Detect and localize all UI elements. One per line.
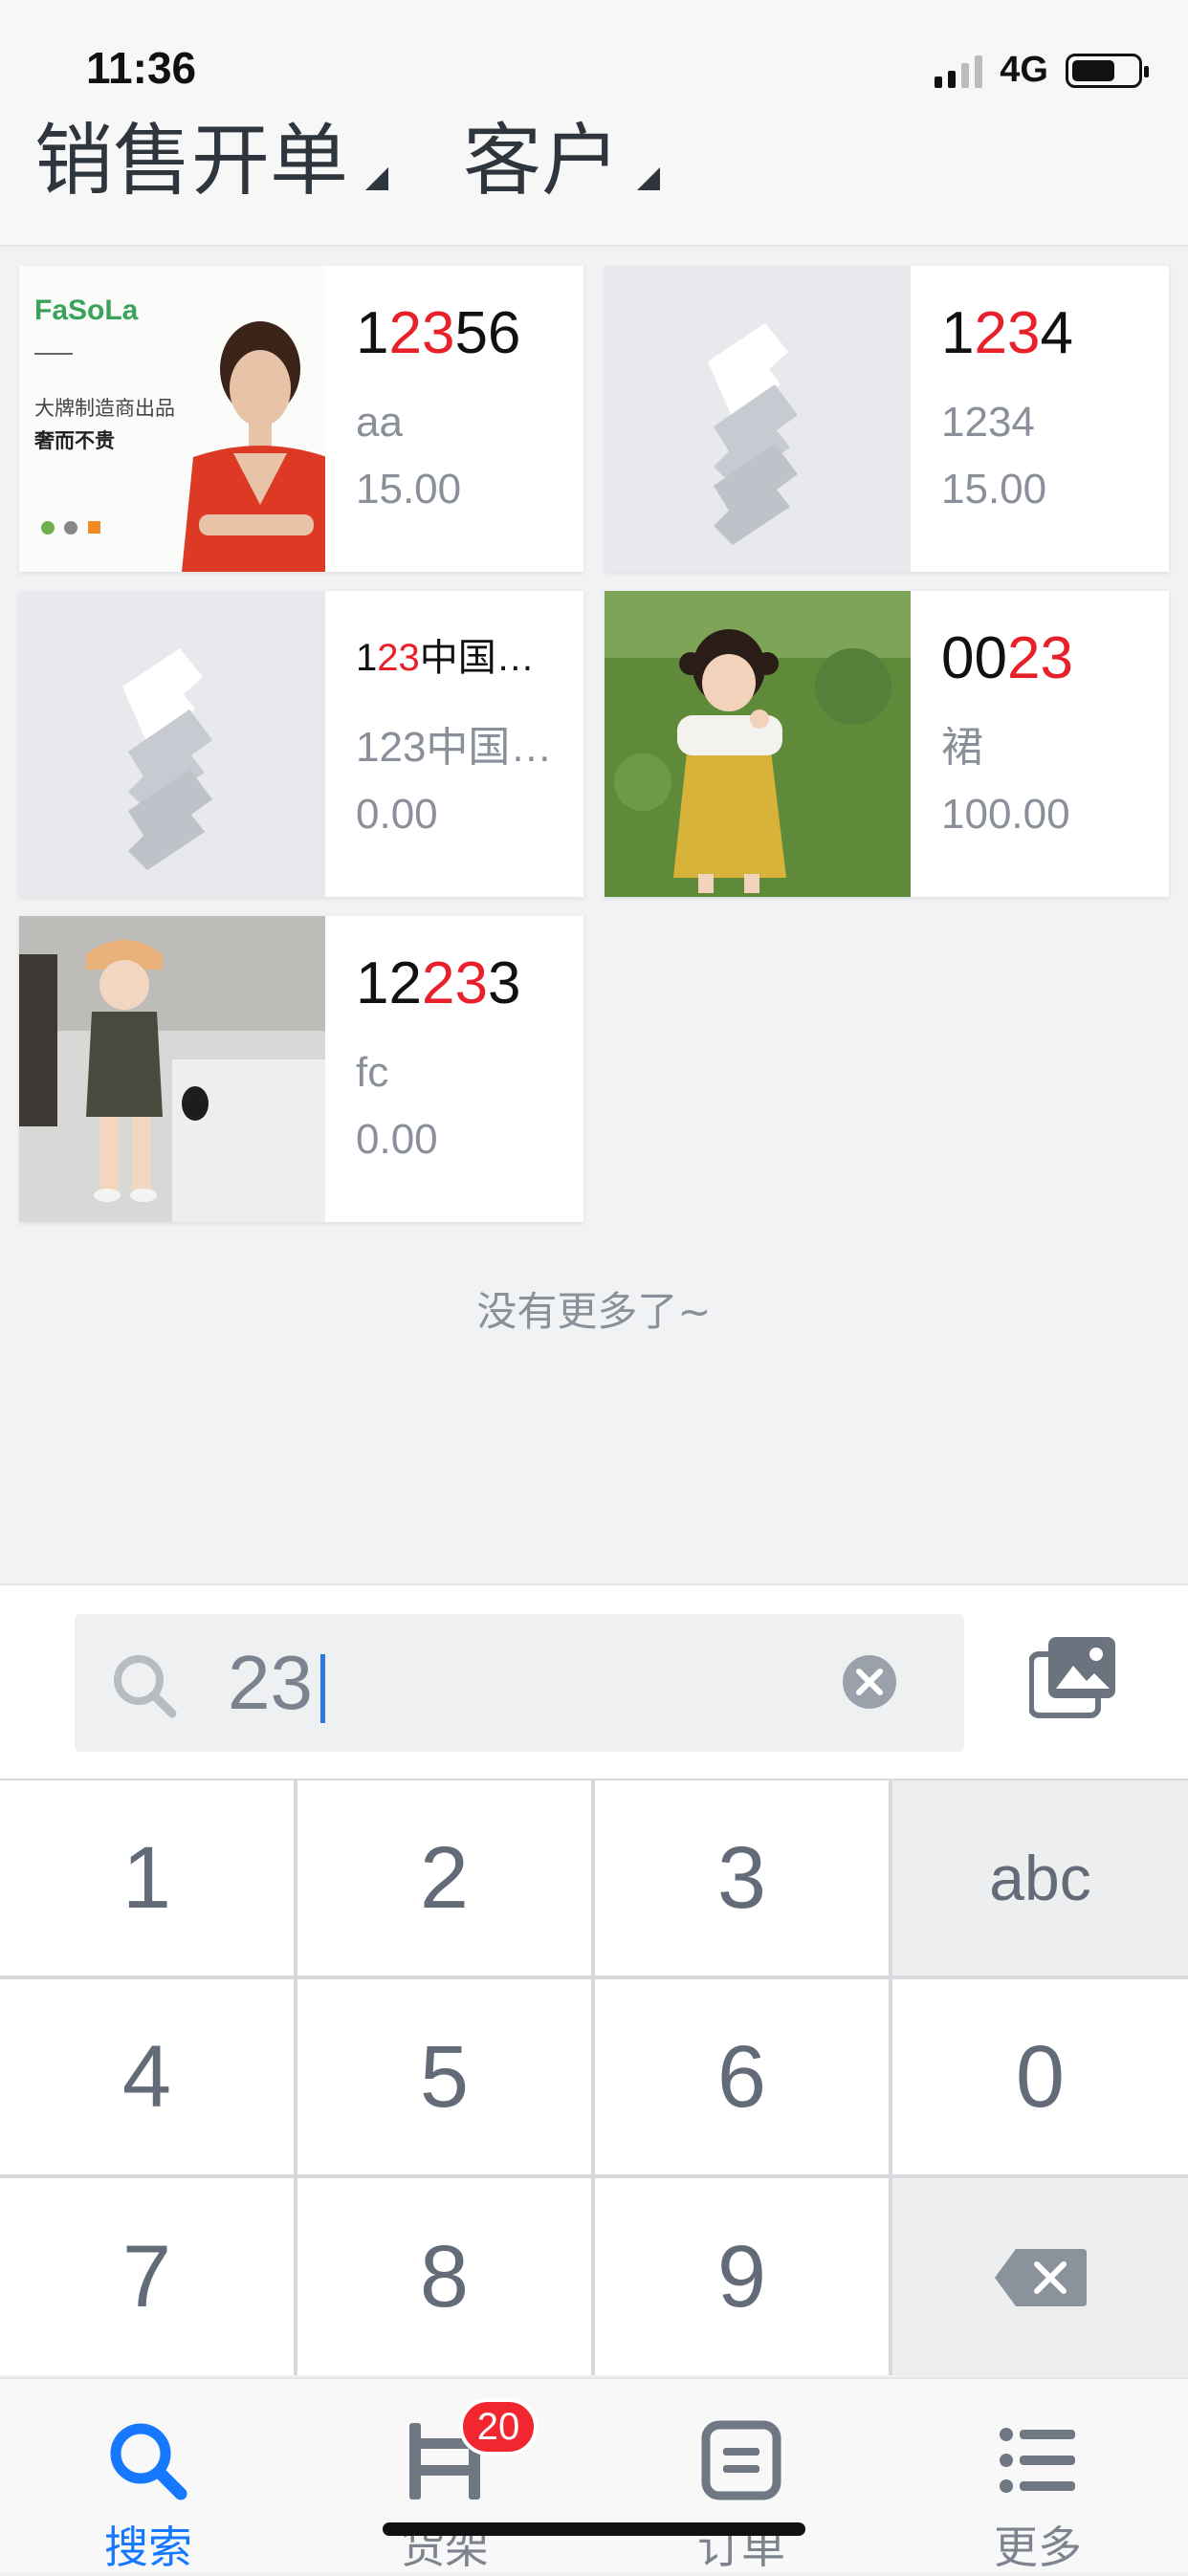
- search-input-value: 23: [228, 1641, 325, 1725]
- status-bar: 11:36 4G: [0, 0, 1188, 105]
- status-time: 11:36: [86, 43, 197, 93]
- product-code: 123中国人…: [356, 639, 570, 677]
- notification-badge: 20: [459, 2398, 538, 2456]
- key-4[interactable]: 4: [0, 1979, 294, 2174]
- key-3[interactable]: 3: [595, 1780, 889, 1976]
- placeholder-icon: [19, 591, 325, 897]
- product-image: FaSoLa 大牌制造商出品 奢而不贵: [19, 266, 325, 572]
- clear-icon[interactable]: [842, 1654, 897, 1714]
- order-icon: [700, 2419, 782, 2505]
- placeholder-icon: [605, 266, 911, 572]
- product-name: fc: [356, 1052, 389, 1094]
- tab-orders[interactable]: 订单: [593, 2379, 890, 2573]
- key-2[interactable]: 2: [297, 1780, 591, 1976]
- product-code: 0023: [941, 629, 1073, 688]
- product-card[interactable]: 123中国人… 123中国… 0.00: [19, 591, 583, 897]
- key-5[interactable]: 5: [297, 1979, 591, 2174]
- status-indicators: 4G: [935, 50, 1149, 91]
- product-name: 123中国…: [356, 727, 553, 769]
- product-name: 1234: [941, 402, 1035, 444]
- product-name: 裙: [941, 727, 983, 769]
- product-code: 1234: [941, 304, 1073, 363]
- product-price: 0.00: [356, 791, 438, 838]
- tab-shelf[interactable]: 20 货架: [297, 2379, 593, 2573]
- tab-more[interactable]: 更多: [890, 2379, 1186, 2573]
- key-1[interactable]: 1: [0, 1780, 294, 1976]
- product-name: aa: [356, 402, 403, 444]
- list-end-text: 没有更多了~: [476, 1288, 712, 1335]
- battery-icon: [1066, 53, 1149, 88]
- more-icon: [997, 2419, 1079, 2505]
- mode-selector[interactable]: 销售开单: [34, 105, 389, 207]
- tab-label: 搜索: [104, 2521, 192, 2573]
- tab-bar: 搜索 20 货架 订单 更多: [0, 2377, 1188, 2573]
- network-type: 4G: [1000, 50, 1048, 90]
- ad-line1: 大牌制造商出品: [34, 397, 175, 420]
- product-code: 12356: [356, 304, 521, 363]
- search-icon: [109, 1650, 180, 1725]
- key-backspace[interactable]: [892, 2178, 1188, 2375]
- search-panel: 23: [0, 1583, 1188, 1780]
- product-card[interactable]: 1234 1234 15.00: [605, 266, 1169, 572]
- key-7[interactable]: 7: [0, 2178, 294, 2375]
- key-8[interactable]: 8: [297, 2178, 591, 2375]
- search-icon: [106, 2419, 190, 2507]
- signal-icon: [935, 54, 983, 88]
- product-code: 12233: [356, 954, 521, 1014]
- home-indicator: [383, 2522, 805, 2536]
- key-9[interactable]: 9: [595, 2178, 889, 2375]
- image-search-icon[interactable]: [1028, 1633, 1119, 1723]
- key-0[interactable]: 0: [892, 1979, 1188, 2174]
- search-input[interactable]: 23: [75, 1614, 964, 1752]
- key-6[interactable]: 6: [595, 1979, 889, 2174]
- product-card[interactable]: FaSoLa 大牌制造商出品 奢而不贵 12356 aa 15.00: [19, 266, 583, 572]
- product-price: 0.00: [356, 1116, 438, 1163]
- product-price: 15.00: [356, 466, 462, 513]
- tab-search[interactable]: 搜索: [0, 2379, 297, 2573]
- product-card[interactable]: 12233 fc 0.00: [19, 916, 583, 1222]
- header: 销售开单 客户: [0, 105, 1188, 247]
- product-image: [19, 916, 325, 1222]
- product-price: 15.00: [941, 466, 1047, 513]
- page-title: 销售开单: [34, 115, 349, 207]
- ad-brand: FaSoLa: [34, 295, 139, 326]
- product-price: 100.00: [941, 791, 1070, 838]
- ad-line2: 奢而不贵: [33, 429, 115, 452]
- dropdown-triangle-icon: [365, 167, 389, 190]
- product-card[interactable]: 0023 裙 100.00: [605, 591, 1169, 897]
- customer-selector[interactable]: 客户: [463, 105, 661, 207]
- product-image: [605, 591, 911, 897]
- tab-label: 更多: [994, 2521, 1082, 2573]
- customer-label: 客户: [463, 115, 621, 207]
- backspace-icon: [994, 2227, 1087, 2327]
- key-abc[interactable]: abc: [892, 1780, 1188, 1976]
- dropdown-triangle-icon: [637, 167, 661, 190]
- numeric-keypad: 1 2 3 abc 4 5 6 0 7 8 9: [0, 1779, 1188, 2375]
